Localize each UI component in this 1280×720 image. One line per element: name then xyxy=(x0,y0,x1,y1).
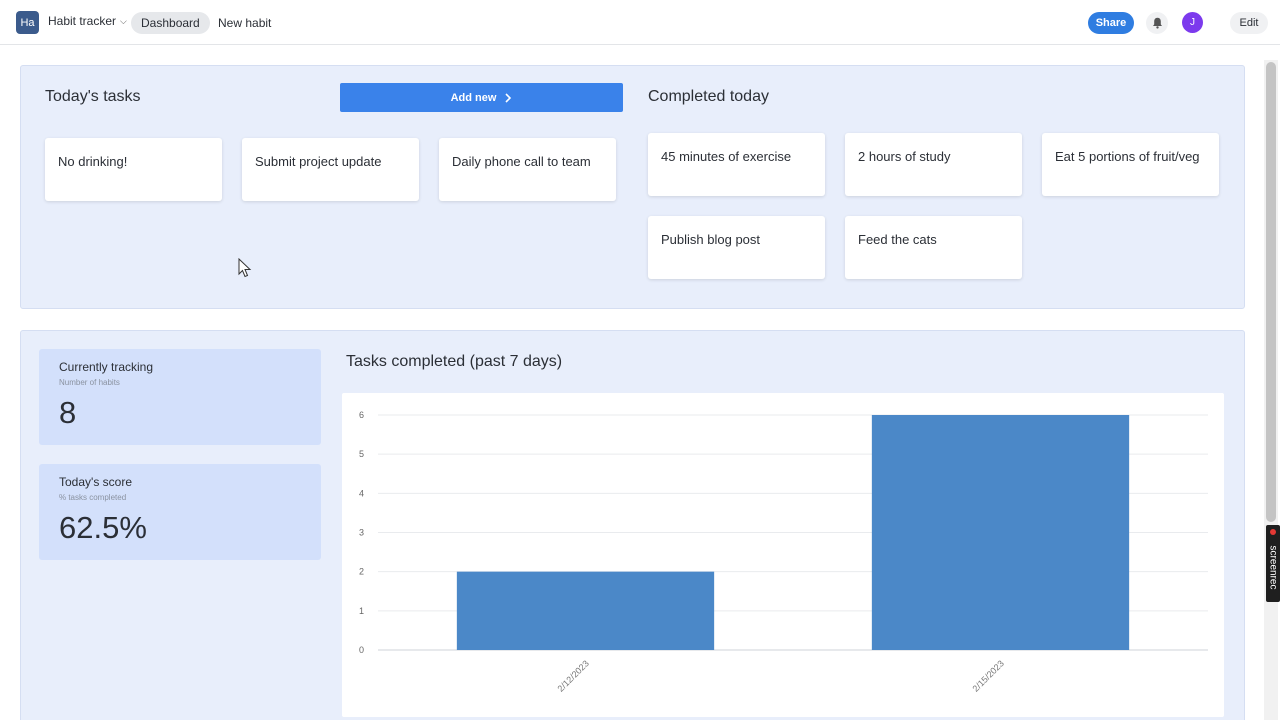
mouse-cursor-icon xyxy=(238,258,252,278)
screen-recorder-badge: screenrec xyxy=(1266,525,1280,602)
task-card[interactable]: Submit project update xyxy=(242,138,419,201)
task-label: Daily phone call to team xyxy=(452,154,591,169)
completed-card[interactable]: Feed the cats xyxy=(845,216,1022,279)
score-sublabel: % tasks completed xyxy=(59,493,127,502)
tracking-label: Currently tracking xyxy=(59,360,154,374)
add-new-label: Add new xyxy=(450,91,497,104)
share-button[interactable]: Share xyxy=(1088,12,1134,34)
record-dot-icon xyxy=(1270,529,1276,535)
x-tick-label: 2/12/2023 xyxy=(556,658,591,693)
tab-dashboard[interactable]: Dashboard xyxy=(131,12,210,34)
y-tick-label: 1 xyxy=(359,606,364,616)
completed-label: Eat 5 portions of fruit/veg xyxy=(1055,149,1200,164)
avatar[interactable]: J xyxy=(1182,12,1203,33)
completed-today-title: Completed today xyxy=(648,88,769,105)
recorder-label: screenrec xyxy=(1267,545,1279,590)
y-tick-label: 5 xyxy=(359,449,364,459)
completed-label: 2 hours of study xyxy=(858,149,951,164)
completed-label: 45 minutes of exercise xyxy=(661,149,792,164)
top-bar: Ha Habit tracker ⌵ Dashboard New habit S… xyxy=(0,0,1280,45)
x-tick-label: 2/15/2023 xyxy=(971,658,1006,693)
y-tick-label: 0 xyxy=(359,645,364,655)
tracking-stat: Currently tracking Number of habits 8 xyxy=(39,349,321,445)
task-label: No drinking! xyxy=(58,154,128,169)
page-scrollbar[interactable] xyxy=(1264,60,1278,720)
completed-card[interactable]: Eat 5 portions of fruit/veg xyxy=(1042,133,1219,196)
bell-icon xyxy=(1152,17,1162,29)
add-new-button[interactable]: Add new xyxy=(340,83,623,112)
y-tick-label: 4 xyxy=(359,488,364,498)
score-stat: Today's score % tasks completed 62.5% xyxy=(39,464,321,560)
chart-container: 0 1 2 3 4 5 6 2/12/2023 2/15/2023 xyxy=(342,393,1224,717)
task-label: Submit project update xyxy=(255,154,382,169)
tab-new-habit[interactable]: New habit xyxy=(208,12,281,34)
y-tick-label: 2 xyxy=(359,567,364,577)
edit-button[interactable]: Edit xyxy=(1230,12,1268,34)
score-label: Today's score xyxy=(59,475,132,489)
tracking-sublabel: Number of habits xyxy=(59,378,120,387)
task-card[interactable]: No drinking! xyxy=(45,138,222,201)
bar-chart: 0 1 2 3 4 5 6 2/12/2023 2/15/2023 xyxy=(359,410,1208,694)
completed-card[interactable]: Publish blog post xyxy=(648,216,825,279)
notification-button[interactable] xyxy=(1146,12,1168,34)
app-icon[interactable]: Ha xyxy=(16,11,39,34)
score-value: 62.5% xyxy=(59,510,147,545)
tracking-value: 8 xyxy=(59,395,77,430)
completed-card[interactable]: 2 hours of study xyxy=(845,133,1022,196)
today-tasks-title: Today's tasks xyxy=(45,88,141,105)
y-tick-label: 6 xyxy=(359,410,364,420)
completed-card[interactable]: 45 minutes of exercise xyxy=(648,133,825,196)
task-card[interactable]: Daily phone call to team xyxy=(439,138,616,201)
chevron-down-icon: ⌵ xyxy=(120,15,127,26)
chevron-right-icon xyxy=(505,92,512,103)
y-tick-label: 3 xyxy=(359,528,364,538)
chart-title: Tasks completed (past 7 days) xyxy=(346,353,563,370)
scrollbar-thumb[interactable] xyxy=(1266,62,1276,522)
completed-label: Publish blog post xyxy=(661,232,761,247)
app-switcher[interactable]: Habit tracker ⌵ xyxy=(48,14,127,28)
bar xyxy=(456,571,715,650)
bar xyxy=(871,415,1130,650)
app-name: Habit tracker xyxy=(48,14,117,28)
completed-label: Feed the cats xyxy=(858,232,937,247)
